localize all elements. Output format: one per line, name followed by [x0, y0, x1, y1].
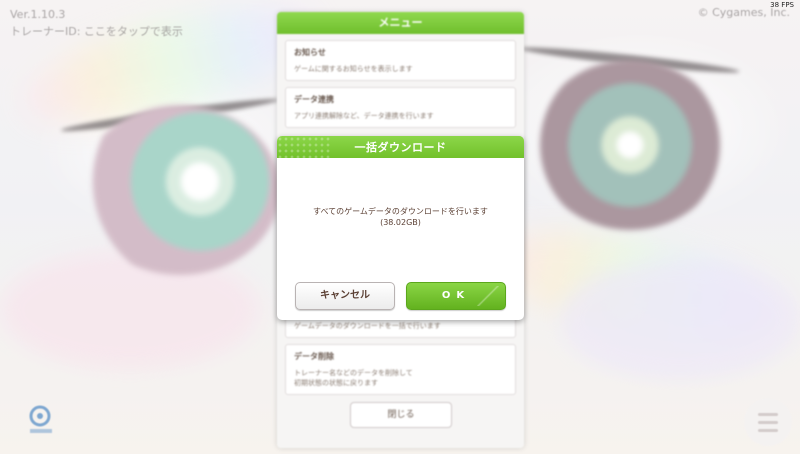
menu-title: メニュー: [277, 12, 524, 34]
cancel-button[interactable]: キャンセル: [295, 282, 395, 310]
menu-close-button[interactable]: 閉じる: [350, 402, 452, 428]
dialog-message: すべてのゲームデータのダウンロードを行います (38.02GB): [277, 206, 524, 228]
dialog-title: 一括ダウンロード: [354, 141, 447, 154]
app-logo-icon[interactable]: [24, 402, 60, 436]
menu-item-data-link[interactable]: データ連携 アプリ連携解除など、データ連携を行います: [285, 87, 516, 128]
menu-item-title: データ連携: [294, 95, 334, 104]
dialog-message-text: すべてのゲームデータのダウンロードを行います: [313, 207, 488, 216]
dialog-header: 一括ダウンロード: [277, 136, 524, 158]
menu-item-news[interactable]: お知らせ ゲームに関するお知らせを表示します: [285, 40, 516, 81]
menu-item-title: お知らせ: [294, 48, 326, 57]
menu-item-desc: ゲームデータのダウンロードを一括で行います: [294, 322, 441, 330]
menu-item-title: データ削除: [294, 352, 334, 361]
bulk-download-dialog: 一括ダウンロード すべてのゲームデータのダウンロードを行います (38.02GB…: [277, 136, 524, 320]
ok-button[interactable]: OK: [406, 282, 506, 310]
menu-item-desc: アプリ連携解除など、データ連携を行います: [294, 112, 434, 120]
menu-item-desc: ゲームに関するお知らせを表示します: [294, 65, 413, 73]
dialog-download-size: (38.02GB): [380, 218, 421, 227]
hamburger-menu-icon[interactable]: [744, 398, 792, 446]
version-label: Ver.1.10.3: [10, 8, 66, 21]
menu-item-data-delete[interactable]: データ削除 トレーナー名などのデータを削除して 初期状態の状態に戻ります: [285, 344, 516, 395]
menu-item-desc: トレーナー名などのデータを削除して 初期状態の状態に戻ります: [294, 369, 413, 387]
trainer-id-label[interactable]: トレーナーID: ここをタップで表示: [10, 23, 183, 40]
version-info[interactable]: Ver.1.10.3 トレーナーID: ここをタップで表示: [10, 6, 183, 40]
fps-counter: 38 FPS: [770, 1, 794, 9]
